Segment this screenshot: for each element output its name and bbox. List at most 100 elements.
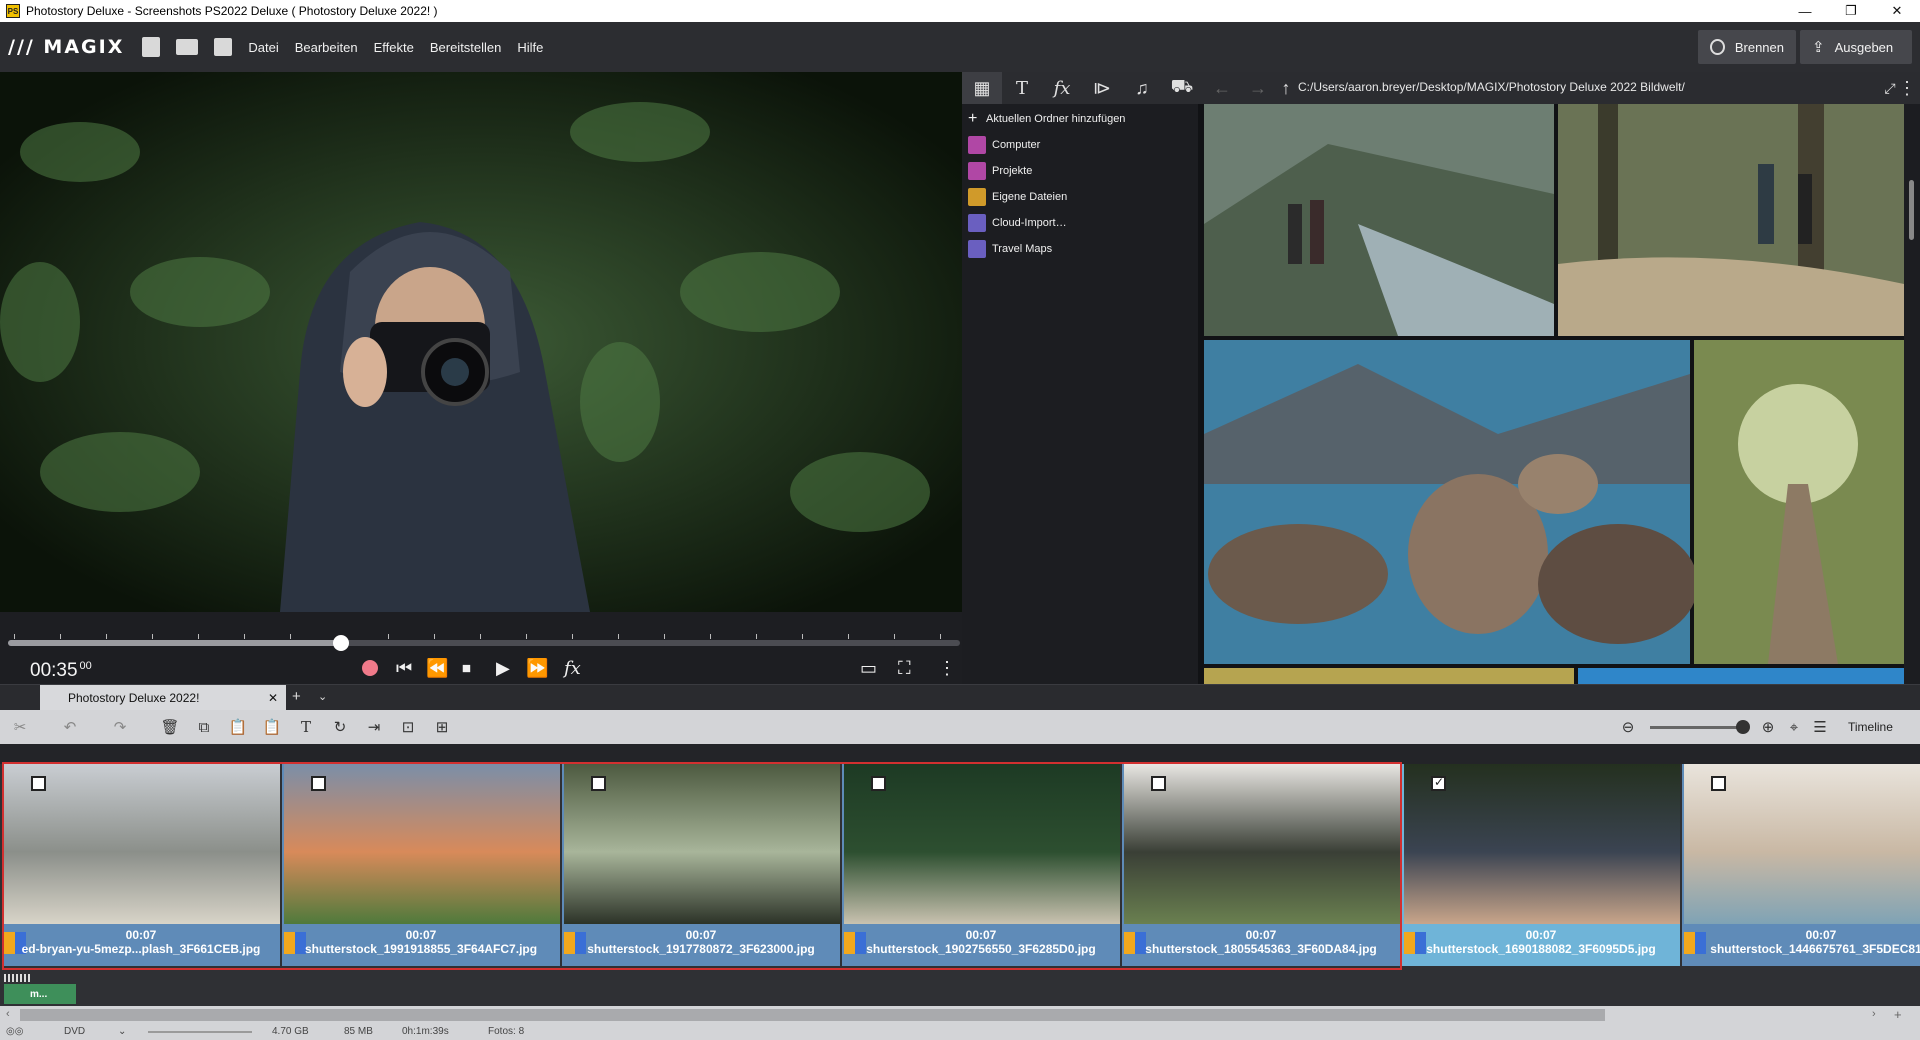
rotate-icon[interactable]: ↻: [332, 719, 348, 736]
disc-icon: [1710, 39, 1725, 55]
fast-forward-icon[interactable]: ⏩: [526, 658, 548, 679]
paste-icon[interactable]: 📋: [229, 719, 248, 736]
media-pool-scrollbar[interactable]: [1904, 104, 1920, 684]
crop-icon[interactable]: ⊡: [400, 719, 416, 736]
audio-clip-label: m...: [30, 988, 48, 1000]
open-folder-icon[interactable]: [176, 39, 199, 55]
rewind-icon[interactable]: ⏪: [426, 658, 448, 679]
tree-item-label: Travel Maps: [992, 243, 1053, 255]
tree-item-travel-maps[interactable]: Travel Maps: [968, 238, 1052, 260]
scrollbar-thumb[interactable]: [20, 1009, 1605, 1021]
minimize-button[interactable]: —: [1782, 0, 1828, 22]
effects-icon[interactable]: fx: [564, 658, 581, 679]
zoom-slider[interactable]: [1650, 720, 1750, 734]
tab-text-icon[interactable]: T: [1002, 72, 1042, 104]
tab-effects-icon[interactable]: fx: [1042, 72, 1082, 104]
fullscreen-icon[interactable]: ⛶: [898, 658, 911, 679]
computer-icon: [968, 136, 986, 154]
menu-bereitstellen[interactable]: Bereitstellen: [430, 40, 502, 55]
audio-clip[interactable]: m...: [4, 984, 76, 1004]
folder-up-icon[interactable]: ↑: [1274, 72, 1298, 104]
thumbnail-hikers-mountain[interactable]: [1204, 104, 1554, 336]
clip-checkbox[interactable]: [1711, 776, 1726, 791]
burn-button[interactable]: Brennen: [1698, 30, 1796, 64]
restore-button[interactable]: ❐: [1828, 0, 1874, 22]
fit-icon[interactable]: ⊞: [434, 719, 450, 736]
zoom-in-icon[interactable]: ⊕: [1760, 719, 1776, 736]
tab-shop-icon[interactable]: ⛟: [1162, 72, 1202, 104]
export-label: Ausgeben: [1834, 39, 1894, 55]
skip-start-icon[interactable]: ⏮: [396, 658, 412, 679]
scroll-right-icon[interactable]: ›: [1872, 1008, 1876, 1020]
close-button[interactable]: ✕: [1874, 0, 1920, 22]
projects-icon: [968, 162, 986, 180]
tab-list-icon[interactable]: ⌄: [318, 690, 327, 703]
zoom-out-icon[interactable]: ⊖: [1620, 719, 1636, 736]
view-mode-label[interactable]: Timeline: [1848, 720, 1893, 734]
cast-icon[interactable]: ▭: [860, 658, 877, 679]
redo-icon[interactable]: ↷: [112, 719, 128, 736]
close-tab-icon[interactable]: ✕: [268, 691, 278, 705]
map-pin-icon: [968, 240, 986, 258]
play-icon[interactable]: ▶: [496, 658, 510, 679]
clip-checkbox[interactable]: ✓: [1431, 775, 1446, 791]
title-text-icon[interactable]: T: [298, 718, 314, 736]
more-icon[interactable]: ⋮: [938, 658, 956, 679]
storyboard-clip[interactable]: 00:07 shutterstock_1446675761_3F5DEC81...: [1682, 764, 1920, 966]
cloud-icon: [968, 214, 986, 232]
copy-icon[interactable]: ⧉: [196, 719, 212, 736]
magix-logo: /// MAGIX: [8, 36, 125, 58]
menu-hilfe[interactable]: Hilfe: [517, 40, 543, 55]
undo-icon[interactable]: ↶: [62, 719, 78, 736]
tree-item-cloud-import[interactable]: Cloud-Import…: [968, 212, 1067, 234]
delete-icon[interactable]: 🗑: [160, 719, 179, 736]
storyboard-clip[interactable]: ✓ 00:07 shutterstock_1690188082_3F6095D5.j…: [1402, 764, 1680, 966]
scroll-left-icon[interactable]: ‹: [6, 1008, 10, 1020]
split-icon[interactable]: ⇥: [366, 719, 382, 736]
add-tab-icon[interactable]: +: [292, 688, 301, 705]
position-slider[interactable]: [8, 635, 960, 651]
audio-track: m...: [0, 970, 1920, 1006]
view-toggle-icon[interactable]: ☰: [1812, 719, 1828, 736]
format-chevron-icon[interactable]: ⌄: [118, 1026, 126, 1037]
thumbnail-old-tree[interactable]: [1694, 340, 1904, 664]
project-tab[interactable]: Photostory Deluxe 2022! ✕: [40, 685, 286, 711]
folder-path: C:/Users/aaron.breyer/Desktop/MAGIX/Phot…: [1298, 80, 1685, 94]
new-file-icon[interactable]: [142, 37, 161, 57]
status-bar: ◎◎ DVD ⌄ 4.70 GB 85 MB 0h:1m:39s Fotos: …: [0, 1024, 1920, 1040]
title-bar: PS Photostory Deluxe - Screenshots PS202…: [0, 0, 1920, 22]
pool-more-icon[interactable]: ⋮: [1894, 72, 1920, 104]
menu-bearbeiten[interactable]: Bearbeiten: [295, 40, 358, 55]
tree-item-projekte[interactable]: Projekte: [968, 160, 1032, 182]
tab-music-icon[interactable]: ♫: [1122, 72, 1162, 104]
tab-import-icon[interactable]: ▦: [962, 72, 1002, 104]
position-knob[interactable]: [333, 635, 349, 651]
thumbnail-forest-hikers[interactable]: [1558, 104, 1904, 336]
preview-monitor[interactable]: [0, 72, 962, 612]
menu-effekte[interactable]: Effekte: [374, 40, 414, 55]
tab-transitions-icon[interactable]: ⧐: [1082, 72, 1122, 104]
forward-icon[interactable]: →: [1238, 72, 1278, 104]
tree-item-label: Cloud-Import…: [992, 217, 1067, 229]
tree-item-computer[interactable]: Computer: [968, 134, 1040, 156]
zoom-knob[interactable]: [1736, 720, 1750, 734]
export-button[interactable]: ⇪ Ausgeben: [1800, 30, 1912, 64]
fit-view-icon[interactable]: ⌖: [1786, 719, 1802, 736]
tree-item-label: Eigene Dateien: [992, 191, 1068, 203]
stop-icon[interactable]: ⏹: [462, 658, 471, 679]
record-button[interactable]: [362, 660, 378, 676]
scrollbar-thumb[interactable]: [1909, 180, 1914, 240]
add-folder-item[interactable]: + Aktuellen Ordner hinzufügen: [968, 108, 1125, 130]
burn-label: Brennen: [1734, 39, 1784, 55]
thumbnail-rocky-lake[interactable]: [1204, 340, 1698, 664]
preview-image: [0, 72, 962, 612]
back-icon[interactable]: ←: [1202, 72, 1242, 104]
cut-icon[interactable]: ✂: [12, 719, 28, 736]
save-icon[interactable]: [214, 38, 233, 56]
format-select[interactable]: DVD: [64, 1026, 85, 1037]
thumbnail-partial-row[interactable]: [1204, 668, 1904, 684]
scroll-add-icon[interactable]: +: [1894, 1007, 1902, 1022]
tree-item-eigene-dateien[interactable]: Eigene Dateien: [968, 186, 1067, 208]
menu-datei[interactable]: Datei: [248, 40, 278, 55]
storyboard-scrollbar[interactable]: ‹ › +: [0, 1006, 1920, 1024]
